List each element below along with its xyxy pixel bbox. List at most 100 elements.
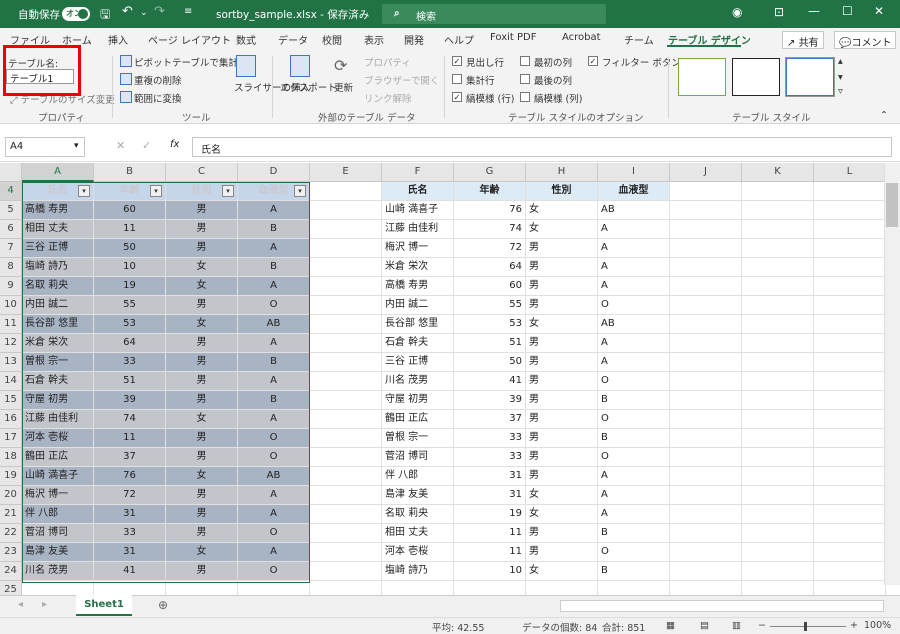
tab-view[interactable]: 表示 [364, 32, 384, 47]
sorted-cell[interactable]: B [598, 391, 670, 410]
select-all-corner[interactable] [0, 163, 22, 182]
sorted-cell[interactable]: 男 [526, 429, 598, 448]
cell[interactable] [670, 429, 742, 448]
column-header[interactable]: L [814, 163, 886, 182]
row-header[interactable]: 4 [0, 182, 22, 201]
row-header[interactable]: 12 [0, 334, 22, 353]
page-break-view-icon[interactable]: ▥ [732, 620, 741, 631]
undo-dropdown-icon[interactable]: ⌄ [140, 8, 148, 18]
cell[interactable] [670, 410, 742, 429]
row-header[interactable]: 7 [0, 239, 22, 258]
sorted-cell[interactable]: 50 [454, 353, 526, 372]
table-cell[interactable]: AB [238, 315, 310, 334]
cell[interactable] [670, 353, 742, 372]
tab-help[interactable]: ヘルプ [444, 32, 474, 47]
table-cell[interactable]: 男 [166, 562, 238, 581]
table-cell[interactable]: 33 [94, 524, 166, 543]
table-cell[interactable]: 男 [166, 296, 238, 315]
sorted-cell[interactable]: 51 [454, 334, 526, 353]
sorted-cell[interactable]: O [598, 296, 670, 315]
cell[interactable] [310, 239, 382, 258]
table-cell[interactable]: 76 [94, 467, 166, 486]
cell[interactable] [814, 543, 886, 562]
autosave-toggle[interactable]: オン [62, 7, 90, 21]
cell[interactable] [742, 334, 814, 353]
page-layout-view-icon[interactable]: ▤ [700, 620, 709, 631]
sorted-cell[interactable]: 33 [454, 429, 526, 448]
enter-icon[interactable]: ✓ [142, 139, 151, 152]
cell[interactable] [310, 410, 382, 429]
sorted-cell[interactable]: 山崎 満喜子 [382, 201, 454, 220]
cell[interactable] [742, 486, 814, 505]
table-cell[interactable]: 鶴田 正広 [22, 448, 94, 467]
row-header[interactable]: 20 [0, 486, 22, 505]
column-header[interactable]: D [238, 163, 310, 182]
table-cell[interactable]: 守屋 初男 [22, 391, 94, 410]
cell[interactable] [814, 486, 886, 505]
sorted-cell[interactable]: AB [598, 315, 670, 334]
table-cell[interactable]: 74 [94, 410, 166, 429]
cell[interactable] [814, 562, 886, 581]
cell[interactable] [670, 201, 742, 220]
filter-dropdown-icon[interactable]: ▾ [150, 185, 162, 197]
table-cell[interactable]: 曽根 宗一 [22, 353, 94, 372]
table-style-green[interactable] [678, 58, 726, 96]
table-cell[interactable]: 60 [94, 201, 166, 220]
table-cell[interactable]: 女 [166, 467, 238, 486]
sorted-cell[interactable]: 男 [526, 467, 598, 486]
sorted-header-cell[interactable]: 性別 [526, 182, 598, 201]
cell[interactable] [310, 505, 382, 524]
name-box[interactable]: A4 [5, 137, 85, 157]
sorted-cell[interactable]: 33 [454, 448, 526, 467]
sorted-cell[interactable]: 男 [526, 372, 598, 391]
table-cell[interactable]: O [238, 524, 310, 543]
table-header-cell[interactable]: 性別 ▾ [166, 182, 238, 201]
table-cell[interactable]: 高橋 寿男 [22, 201, 94, 220]
sorted-cell[interactable]: 名取 莉央 [382, 505, 454, 524]
cell[interactable] [742, 315, 814, 334]
table-cell[interactable]: 江藤 由佳利 [22, 410, 94, 429]
table-cell[interactable]: 内田 誠二 [22, 296, 94, 315]
cell[interactable] [814, 372, 886, 391]
table-cell[interactable]: 33 [94, 353, 166, 372]
table-cell[interactable]: 米倉 栄次 [22, 334, 94, 353]
cell[interactable] [670, 543, 742, 562]
sorted-cell[interactable]: 河本 壱桜 [382, 543, 454, 562]
cell[interactable] [310, 201, 382, 220]
row-header[interactable]: 5 [0, 201, 22, 220]
cell[interactable] [310, 315, 382, 334]
cell[interactable] [742, 391, 814, 410]
cell[interactable] [310, 543, 382, 562]
sorted-cell[interactable]: 女 [526, 220, 598, 239]
row-header[interactable]: 10 [0, 296, 22, 315]
table-cell[interactable]: AB [238, 467, 310, 486]
sorted-cell[interactable]: 相田 丈夫 [382, 524, 454, 543]
cell[interactable] [310, 277, 382, 296]
cell[interactable] [742, 239, 814, 258]
tab-insert[interactable]: 挿入 [108, 32, 128, 47]
style-scroll-down-icon[interactable]: ▾ [838, 72, 843, 83]
sorted-cell[interactable]: A [598, 258, 670, 277]
filter-dropdown-icon[interactable]: ▾ [78, 185, 90, 197]
sorted-cell[interactable]: A [598, 505, 670, 524]
table-header-cell[interactable]: 氏名 ▾ [22, 182, 94, 201]
header-row-checkbox[interactable]: ✓ [452, 56, 462, 66]
account-icon[interactable]: ◉ [732, 5, 742, 19]
style-more-icon[interactable]: ▿ [838, 86, 843, 97]
cell[interactable] [310, 372, 382, 391]
table-cell[interactable]: 名取 莉央 [22, 277, 94, 296]
filter-dropdown-icon[interactable]: ▾ [222, 185, 234, 197]
table-cell[interactable]: 男 [166, 201, 238, 220]
row-header[interactable]: 17 [0, 429, 22, 448]
cell[interactable] [310, 296, 382, 315]
sorted-cell[interactable]: 男 [526, 277, 598, 296]
sorted-cell[interactable]: 男 [526, 296, 598, 315]
sorted-cell[interactable]: 10 [454, 562, 526, 581]
table-cell[interactable]: 11 [94, 220, 166, 239]
cancel-icon[interactable]: ✕ [116, 139, 125, 152]
sorted-cell[interactable]: 女 [526, 201, 598, 220]
table-cell[interactable]: 10 [94, 258, 166, 277]
table-cell[interactable]: A [238, 277, 310, 296]
column-header[interactable]: H [526, 163, 598, 182]
cell[interactable] [670, 258, 742, 277]
